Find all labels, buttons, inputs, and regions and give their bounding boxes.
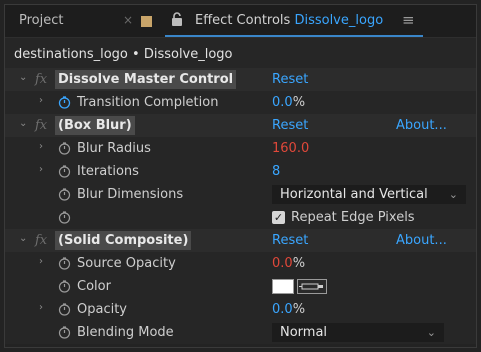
- stopwatch-icon[interactable]: [58, 326, 71, 339]
- panel-menu-icon[interactable]: ≡: [402, 11, 415, 29]
- chevron-down-icon[interactable]: ⌄: [19, 233, 27, 244]
- property-row-blur-dimensions[interactable]: Blur Dimensions Horizontal and Vertical ⌄: [5, 183, 476, 206]
- property-value[interactable]: 8: [272, 164, 280, 179]
- chevron-down-icon[interactable]: ⌄: [19, 118, 27, 129]
- fx-toggle-icon[interactable]: fx: [35, 118, 47, 133]
- property-value[interactable]: 0.0%: [272, 256, 305, 271]
- property-row-blending-mode[interactable]: Blending Mode Normal ⌄: [5, 321, 476, 344]
- property-row-transition-completion[interactable]: › Transition Completion 0.0%: [5, 91, 476, 114]
- chevron-down-icon: ⌄: [426, 326, 436, 339]
- property-label: Color: [77, 279, 111, 294]
- repeat-edge-checkbox[interactable]: ✓: [272, 211, 285, 224]
- value-number[interactable]: 0.0: [272, 302, 293, 317]
- layer-path: destinations_logo • Dissolve_logo: [14, 47, 233, 62]
- effect-name[interactable]: (Box Blur): [55, 116, 135, 135]
- blur-dimensions-dropdown[interactable]: Horizontal and Vertical ⌄: [272, 185, 466, 204]
- chevron-right-icon[interactable]: ›: [39, 141, 43, 152]
- stopwatch-icon[interactable]: [58, 142, 71, 155]
- stopwatch-icon[interactable]: [58, 96, 71, 109]
- label-color-swatch: [141, 16, 152, 27]
- property-row-blur-radius[interactable]: › Blur Radius 160.0: [5, 137, 476, 160]
- checkbox-label: Repeat Edge Pixels: [291, 210, 415, 225]
- property-label: Source Opacity: [77, 256, 176, 271]
- effect-list: ⌄ fx Dissolve Master Control Reset › Tra…: [5, 68, 476, 344]
- property-value[interactable]: 160.0: [272, 141, 309, 156]
- value-number[interactable]: 0.0: [272, 256, 293, 271]
- property-label: Iterations: [77, 164, 139, 179]
- chevron-right-icon[interactable]: ›: [39, 95, 43, 106]
- effect-name[interactable]: Dissolve Master Control: [55, 70, 237, 89]
- active-tab-indicator: [165, 35, 423, 37]
- value-unit: %: [292, 302, 306, 317]
- property-row-iterations[interactable]: › Iterations 8: [5, 160, 476, 183]
- fx-toggle-icon[interactable]: fx: [35, 72, 47, 87]
- eyedropper-icon[interactable]: [297, 279, 327, 294]
- reset-button[interactable]: Reset: [272, 233, 308, 248]
- stopwatch-icon[interactable]: [58, 211, 71, 224]
- stopwatch-icon[interactable]: [58, 257, 71, 270]
- chevron-right-icon[interactable]: ›: [39, 256, 43, 267]
- value-unit: %: [292, 256, 306, 271]
- stopwatch-icon[interactable]: [58, 165, 71, 178]
- tab-effect-controls[interactable]: Effect Controls Dissolve_logo: [195, 13, 383, 28]
- property-row-source-opacity[interactable]: › Source Opacity 0.0%: [5, 252, 476, 275]
- chevron-right-icon[interactable]: ›: [39, 302, 43, 313]
- property-row-opacity[interactable]: › Opacity 0.0%: [5, 298, 476, 321]
- value-unit: %: [292, 95, 306, 110]
- property-label: Blur Dimensions: [77, 187, 184, 202]
- property-label: Opacity: [77, 302, 128, 317]
- about-button[interactable]: About...: [396, 118, 447, 133]
- property-label: Blending Mode: [77, 325, 174, 340]
- close-icon[interactable]: ×: [123, 13, 133, 27]
- tab-project[interactable]: Project: [19, 13, 63, 28]
- tab-title-prefix: Effect Controls: [195, 13, 295, 28]
- about-button[interactable]: About...: [396, 233, 447, 248]
- dropdown-value: Horizontal and Vertical: [280, 187, 428, 202]
- blending-mode-dropdown[interactable]: Normal ⌄: [272, 323, 444, 342]
- effect-row-dissolve-master-control[interactable]: ⌄ fx Dissolve Master Control Reset: [5, 68, 476, 91]
- tab-title-comp: Dissolve_logo: [294, 13, 384, 28]
- value-number[interactable]: 0.0: [272, 95, 293, 110]
- layer-path-header: destinations_logo • Dissolve_logo: [5, 38, 476, 68]
- panel-tab-bar: Project × Effect Controls Dissolve_logo …: [5, 5, 476, 38]
- stopwatch-icon[interactable]: [58, 188, 71, 201]
- lock-icon[interactable]: [171, 12, 183, 26]
- chevron-down-icon[interactable]: ⌄: [19, 72, 27, 83]
- property-value[interactable]: 0.0%: [272, 302, 305, 317]
- effect-row-box-blur[interactable]: ⌄ fx (Box Blur) Reset About...: [5, 114, 476, 137]
- effect-row-solid-composite[interactable]: ⌄ fx (Solid Composite) Reset About...: [5, 229, 476, 252]
- effect-controls-panel: Project × Effect Controls Dissolve_logo …: [4, 4, 477, 348]
- chevron-down-icon: ⌄: [448, 188, 458, 201]
- stopwatch-icon[interactable]: [58, 280, 71, 293]
- effect-name[interactable]: (Solid Composite): [55, 231, 192, 250]
- color-swatch[interactable]: [272, 279, 294, 294]
- dropdown-value: Normal: [280, 325, 328, 340]
- reset-button[interactable]: Reset: [272, 118, 308, 133]
- stopwatch-icon[interactable]: [58, 303, 71, 316]
- reset-button[interactable]: Reset: [272, 72, 308, 87]
- chevron-right-icon[interactable]: ›: [39, 164, 43, 175]
- property-label: Blur Radius: [77, 141, 151, 156]
- fx-toggle-icon[interactable]: fx: [35, 233, 47, 248]
- property-row-color[interactable]: Color: [5, 275, 476, 298]
- property-row-repeat-edge[interactable]: ✓ Repeat Edge Pixels: [5, 206, 476, 229]
- property-value[interactable]: 0.0%: [272, 95, 305, 110]
- property-label: Transition Completion: [77, 95, 219, 110]
